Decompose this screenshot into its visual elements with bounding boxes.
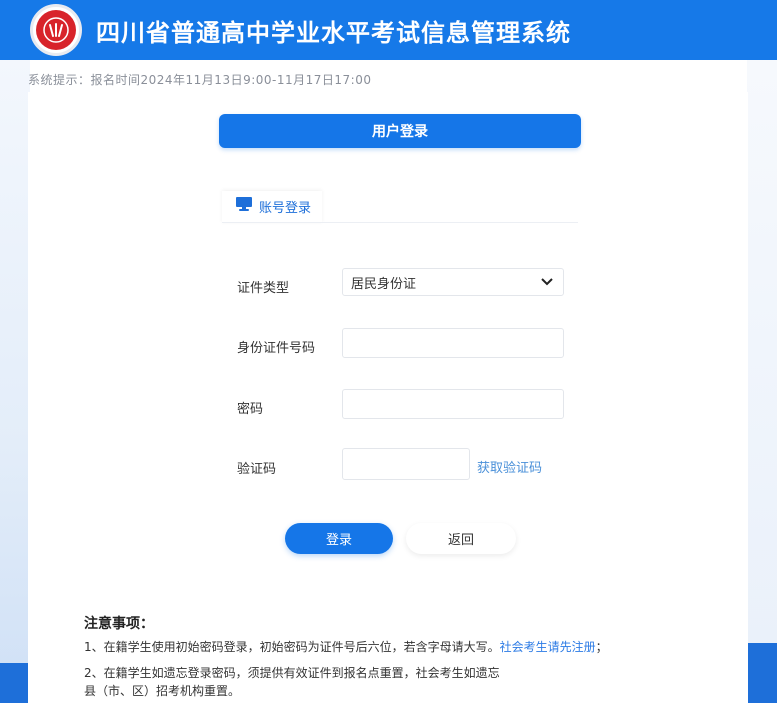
login-button[interactable]: 登录 <box>285 523 393 554</box>
id-number-label: 身份证件号码 <box>237 341 316 356</box>
tab-divider <box>222 222 578 223</box>
system-notice: 系统提示：报名时间2024年11月13日9:00-11月17日17:00 <box>28 73 372 87</box>
logo-emblem-icon <box>36 10 76 50</box>
password-input[interactable] <box>342 389 564 419</box>
note-item-1-text: 1、在籍学生使用初始密码登录，初始密码为证件号后六位，若含字母请大写。 <box>84 640 500 654</box>
tab-account-login[interactable]: 账号登录 <box>222 191 322 223</box>
social-register-link[interactable]: 社会考生请先注册 <box>500 640 596 654</box>
id-type-label: 证件类型 <box>237 281 290 296</box>
notes-title: 注意事项： <box>84 616 154 632</box>
password-label: 密码 <box>237 402 264 417</box>
note-item-2-line-1: 2、在籍学生如遗忘登录密码，须提供有效证件到报名点重置，社会考生如遗忘 <box>84 666 500 680</box>
system-logo <box>30 4 82 56</box>
note-item-1-tail: ； <box>595 640 608 654</box>
left-background-strip <box>0 60 30 703</box>
note-item-1: 1、在籍学生使用初始密码登录，初始密码为证件号后六位，若含字母请大写。社会考生请… <box>84 637 608 657</box>
chevron-down-icon <box>541 275 553 290</box>
system-title: 四川省普通高中学业水平考试信息管理系统 <box>96 19 571 47</box>
captcha-input[interactable] <box>342 448 470 480</box>
id-type-select[interactable]: 居民身份证 <box>342 268 564 296</box>
right-accent-block <box>747 643 777 703</box>
right-background-strip <box>747 60 777 703</box>
tab-account-login-label: 账号登录 <box>259 200 312 216</box>
note-item-2-line-2: 县（市、区）招考机构重置。 <box>84 684 241 698</box>
monitor-icon <box>235 196 253 216</box>
back-button[interactable]: 返回 <box>406 523 516 554</box>
login-title-bar: 用户登录 <box>219 114 581 148</box>
id-type-selected-value: 居民身份证 <box>351 276 417 292</box>
captcha-label: 验证码 <box>237 462 277 477</box>
left-accent-block <box>0 663 30 703</box>
top-header: 四川省普通高中学业水平考试信息管理系统 <box>0 0 777 60</box>
id-number-input[interactable] <box>342 328 564 358</box>
get-captcha-link[interactable]: 获取验证码 <box>477 457 542 476</box>
